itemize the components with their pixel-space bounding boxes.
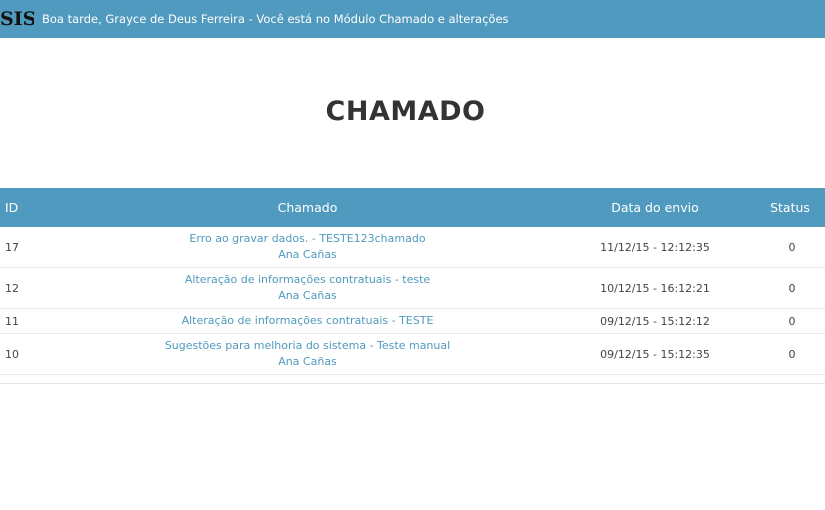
chamado-table: ID Chamado Data do envio Status 17 Erro … — [0, 188, 825, 375]
cell-date: 11/12/15 - 12:12:35 — [600, 240, 710, 254]
chamado-author-link[interactable]: Ana Cañas — [60, 354, 555, 370]
chamado-table-container: ID Chamado Data do envio Status 17 Erro … — [0, 188, 825, 375]
table-row: 12 Alteração de informações contratuais … — [0, 268, 825, 309]
chamado-author-link[interactable]: Ana Cañas — [60, 288, 555, 304]
cell-chamado: Alteração de informações contratuais - t… — [60, 268, 555, 309]
chamado-title-link[interactable]: Alteração de informações contratuais - T… — [60, 313, 555, 329]
cell-id: 17 — [5, 240, 19, 254]
table-row: 11 Alteração de informações contratuais … — [0, 309, 825, 334]
cell-id: 10 — [5, 347, 19, 361]
cell-status: 0 — [788, 281, 796, 295]
cell-date: 09/12/15 - 15:12:12 — [600, 314, 710, 328]
greeting-text: Boa tarde, Grayce de Deus Ferreira - Voc… — [42, 12, 509, 26]
page-title: CHAMADO — [325, 96, 486, 127]
table-header-row: ID Chamado Data do envio Status — [0, 188, 825, 227]
column-header-data: Data do envio — [611, 200, 699, 215]
cell-id: 11 — [5, 314, 19, 328]
cell-chamado: Erro ao gravar dados. - TESTE123chamado … — [60, 227, 555, 268]
chamado-title-link[interactable]: Alteração de informações contratuais - t… — [60, 272, 555, 288]
cell-status: 0 — [788, 347, 796, 361]
column-header-id: ID — [5, 200, 19, 215]
cell-date: 10/12/15 - 16:12:21 — [600, 281, 710, 295]
brand-logo[interactable]: SIS — [0, 8, 34, 30]
top-navbar: SIS Boa tarde, Grayce de Deus Ferreira -… — [0, 0, 825, 38]
cell-chamado: Alteração de informações contratuais - T… — [60, 309, 555, 334]
chamado-title-link[interactable]: Sugestões para melhoria do sistema - Tes… — [60, 338, 555, 354]
cell-status: 0 — [788, 240, 796, 254]
column-header-chamado: Chamado — [277, 200, 338, 215]
table-row: 17 Erro ao gravar dados. - TESTE123chama… — [0, 227, 825, 268]
column-header-status: Status — [770, 200, 810, 215]
table-bottom-divider — [0, 383, 825, 384]
table-row: 10 Sugestões para melhoria do sistema - … — [0, 334, 825, 375]
table-body: 17 Erro ao gravar dados. - TESTE123chama… — [0, 227, 825, 375]
cell-status: 0 — [788, 314, 796, 328]
cell-chamado: Sugestões para melhoria do sistema - Tes… — [60, 334, 555, 375]
cell-id: 12 — [5, 281, 19, 295]
cell-date: 09/12/15 - 15:12:35 — [600, 347, 710, 361]
chamado-author-link[interactable]: Ana Cañas — [60, 247, 555, 263]
chamado-title-link[interactable]: Erro ao gravar dados. - TESTE123chamado — [60, 231, 555, 247]
table-header: ID Chamado Data do envio Status — [0, 188, 825, 227]
